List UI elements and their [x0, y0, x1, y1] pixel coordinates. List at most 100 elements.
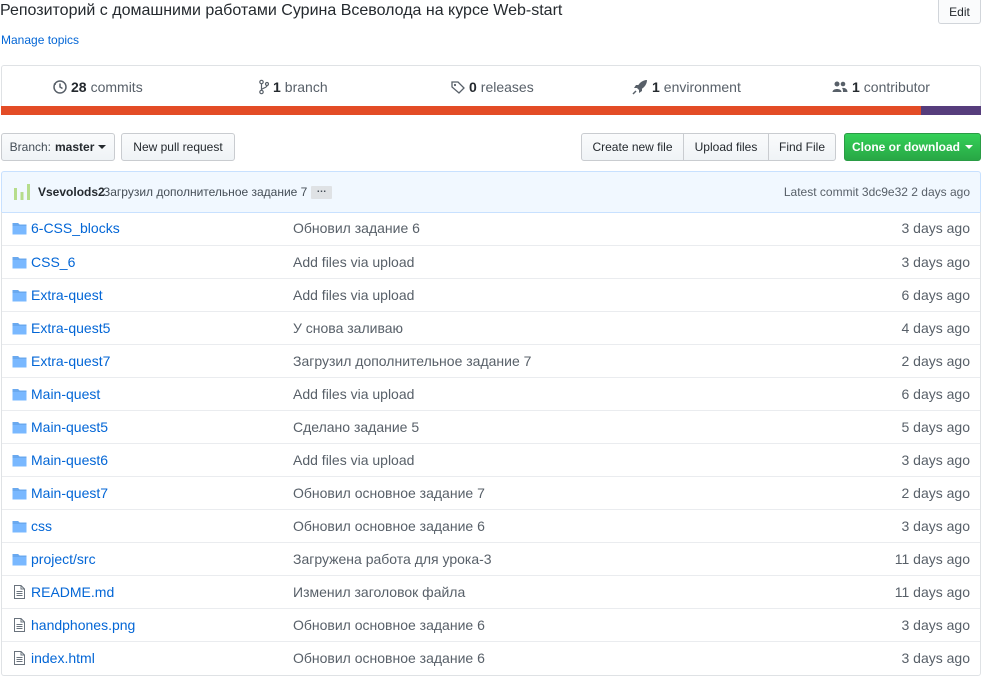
commit-age: 6 days ago — [901, 287, 971, 303]
file-name-link[interactable]: Main-quest5 — [31, 419, 108, 435]
file-name-link[interactable]: Main-quest7 — [31, 485, 108, 501]
commits-link[interactable]: 28 commits — [53, 79, 143, 95]
releases-link[interactable]: 0 releases — [451, 79, 534, 95]
branches-count: 1 — [273, 79, 281, 95]
contributors-label: contributor — [863, 79, 930, 95]
caret-down-icon — [965, 145, 973, 149]
commit-message-link[interactable]: Изменил заголовок файла — [293, 584, 465, 600]
table-row: Main-quest Add files via upload 6 days ago — [2, 377, 980, 410]
folder-icon — [12, 486, 27, 500]
commit-author[interactable]: Vsevolods2 — [38, 185, 105, 199]
table-row: Main-quest5 Сделано задание 5 5 days ago — [2, 410, 980, 443]
folder-icon — [12, 387, 27, 401]
repo-description: Репозиторий с домашними работами Сурина … — [0, 2, 563, 19]
manage-topics-link[interactable]: Manage topics — [1, 33, 79, 47]
table-row: Extra-quest5 У снова заливаю 4 days ago — [2, 311, 980, 344]
folder-icon — [12, 221, 27, 235]
language-bar[interactable] — [1, 106, 981, 115]
history-icon — [53, 80, 67, 94]
edit-button[interactable]: Edit — [938, 0, 981, 24]
commit-message-link[interactable]: Add files via upload — [293, 254, 414, 270]
contributors-link[interactable]: 1 contributor — [832, 79, 930, 95]
file-name-link[interactable]: Main-quest — [31, 386, 100, 402]
folder-icon — [12, 420, 27, 434]
file-name-link[interactable]: 6-CSS_blocks — [31, 220, 120, 236]
table-row: CSS_6 Add files via upload 3 days ago — [2, 245, 980, 278]
expand-commit-button[interactable]: … — [311, 185, 332, 199]
commit-message[interactable]: Загрузил дополнительное задание 7 — [103, 185, 307, 199]
commit-message-link[interactable]: Загружена работа для урока-3 — [293, 551, 492, 567]
caret-down-icon — [98, 145, 107, 149]
commit-message-link[interactable]: Сделано задание 5 — [293, 419, 419, 435]
branches-link[interactable]: 1 branch — [259, 79, 328, 95]
commit-message-link[interactable]: Загрузил дополнительное задание 7 — [293, 353, 531, 369]
file-name-link[interactable]: index.html — [31, 650, 95, 666]
environments-link[interactable]: 1 environment — [632, 79, 741, 95]
table-row: Extra-quest Add files via upload 6 days ag… — [2, 278, 980, 311]
releases-label: releases — [480, 79, 534, 95]
branch-prefix: Branch: — [9, 140, 51, 154]
file-name-link[interactable]: Extra-quest — [31, 287, 103, 303]
file-name-link[interactable]: project/src — [31, 551, 96, 567]
commit-message-link[interactable]: Обновил основное задание 6 — [293, 617, 485, 633]
table-row: Main-quest6 Add files via upload 3 days ag… — [2, 443, 980, 476]
table-row: Main-quest7 Обновил основное задание 7 2 d… — [2, 476, 980, 509]
commits-label: commits — [90, 79, 143, 95]
commit-age: 3 days ago — [901, 617, 971, 633]
file-icon — [12, 618, 27, 632]
file-name-link[interactable]: CSS_6 — [31, 254, 75, 270]
environments-count: 1 — [652, 79, 660, 95]
file-name-link[interactable]: handphones.png — [31, 617, 135, 633]
branches-label: branch — [284, 79, 328, 95]
create-new-file-button[interactable]: Create new file — [581, 133, 684, 161]
commit-message-link[interactable]: Обновил основное задание 7 — [293, 485, 485, 501]
commit-age: 3 days ago — [901, 220, 971, 236]
commit-age: 5 days ago — [901, 419, 971, 435]
commit-age: 11 days ago — [894, 551, 970, 567]
commit-message-link[interactable]: Add files via upload — [293, 287, 414, 303]
commit-message-link[interactable]: У снова заливаю — [293, 320, 403, 336]
commit-age: 6 days ago — [901, 386, 971, 402]
commit-message-link[interactable]: Add files via upload — [293, 386, 414, 402]
table-row: README.md Изменил заголовок файла 11 days … — [2, 575, 980, 608]
branch-name: master — [55, 140, 95, 154]
folder-icon — [12, 354, 27, 368]
file-actions-group: Create new file Upload files Find File — [581, 133, 836, 161]
file-name-link[interactable]: Main-quest6 — [31, 452, 108, 468]
branch-select-button[interactable]: Branch: master — [1, 133, 115, 161]
upload-files-button[interactable]: Upload files — [683, 133, 769, 161]
new-pull-request-button[interactable]: New pull request — [121, 133, 235, 161]
file-list: 6-CSS_blocks Обновил задание 6 3 days ago C… — [1, 212, 981, 676]
table-row: index.html Обновил основное задание 6 3 da… — [2, 641, 980, 674]
avatar[interactable] — [12, 182, 32, 202]
language-bar-segment[interactable] — [1, 106, 922, 115]
find-file-button[interactable]: Find File — [768, 133, 836, 161]
table-row: css Обновил основное задание 6 3 days ago — [2, 509, 980, 542]
commit-age: 2 days ago — [901, 485, 971, 501]
table-row: handphones.png Обновил основное задание 6… — [2, 608, 980, 641]
table-row: 6-CSS_blocks Обновил задание 6 3 days ago — [2, 212, 980, 245]
language-bar-segment[interactable] — [921, 106, 981, 115]
git-branch-icon — [259, 79, 269, 95]
commit-message-link[interactable]: Обновил основное задание 6 — [293, 518, 485, 534]
commit-message-link[interactable]: Add files via upload — [293, 452, 414, 468]
file-name-link[interactable]: css — [31, 518, 52, 534]
tag-icon — [451, 81, 465, 94]
rocket-icon — [632, 80, 647, 95]
commit-message-link[interactable]: Обновил задание 6 — [293, 220, 420, 236]
commit-age: 11 days ago — [894, 584, 970, 600]
commit-age: 3 days ago — [901, 518, 971, 534]
file-name-link[interactable]: Extra-quest7 — [31, 353, 110, 369]
file-name-link[interactable]: Extra-quest5 — [31, 320, 110, 336]
commit-age: 3 days ago — [901, 650, 971, 666]
latest-commit-info[interactable]: Latest commit 3dc9e32 2 days ago — [784, 185, 970, 199]
file-icon — [12, 651, 27, 665]
folder-icon — [12, 519, 27, 533]
clone-label: Clone or download — [852, 140, 960, 154]
folder-icon — [12, 255, 27, 269]
commit-message-link[interactable]: Обновил основное задание 6 — [293, 650, 485, 666]
folder-icon — [12, 321, 27, 335]
clone-or-download-button[interactable]: Clone or download — [844, 133, 981, 161]
commit-age: 3 days ago — [901, 452, 971, 468]
file-name-link[interactable]: README.md — [31, 584, 114, 600]
